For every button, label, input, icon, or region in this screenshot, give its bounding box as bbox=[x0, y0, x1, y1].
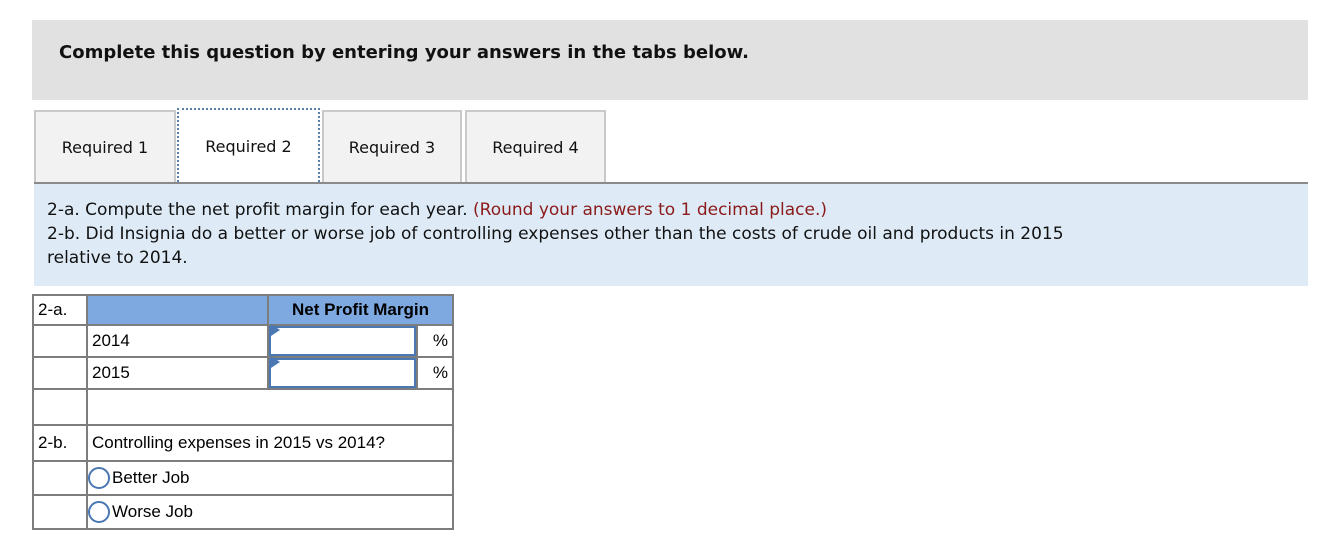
rounding-note: (Round your answers to 1 decimal place.) bbox=[473, 200, 828, 220]
table-row: 2015 % bbox=[32, 356, 454, 390]
tab-required-4[interactable]: Required 4 bbox=[465, 110, 606, 182]
option-better-job[interactable]: Better Job bbox=[88, 467, 452, 489]
year-label: 2015 bbox=[86, 356, 269, 390]
radio-worse-job[interactable] bbox=[88, 501, 110, 523]
tab-required-2[interactable]: Required 2 bbox=[177, 108, 320, 182]
option-label: Better Job bbox=[112, 468, 190, 487]
table-row: 2014 % bbox=[32, 324, 454, 358]
part-a-label: 2-a. bbox=[32, 294, 88, 326]
tab-required-3[interactable]: Required 3 bbox=[322, 110, 462, 182]
spacer-row bbox=[32, 388, 454, 426]
flag-icon bbox=[271, 356, 280, 368]
tab-required-1[interactable]: Required 1 bbox=[34, 110, 176, 182]
flag-icon bbox=[271, 324, 280, 336]
table-row: Better Job bbox=[32, 460, 454, 496]
instruction-2a-text: 2-a. Compute the net profit margin for e… bbox=[47, 200, 474, 220]
answer-table: 2-a. Net Profit Margin 2014 % 2015 % 2-b… bbox=[32, 294, 454, 530]
percent-unit: % bbox=[416, 356, 454, 390]
option-label: Worse Job bbox=[112, 502, 193, 521]
part-b-question-row: 2-b. Controlling expenses in 2015 vs 201… bbox=[32, 424, 454, 462]
table-header-row: 2-a. Net Profit Margin bbox=[32, 294, 454, 326]
instruction-2b-cont: relative to 2014. bbox=[47, 248, 188, 268]
radio-better-job[interactable] bbox=[88, 467, 110, 489]
table-row: Worse Job bbox=[32, 494, 454, 530]
option-worse-job[interactable]: Worse Job bbox=[88, 501, 452, 523]
header-blank bbox=[86, 294, 269, 326]
net-profit-margin-2015-input[interactable] bbox=[271, 360, 414, 386]
part-b-question: Controlling expenses in 2015 vs 2014? bbox=[86, 424, 454, 462]
instruction-banner: Complete this question by entering your … bbox=[32, 20, 1308, 100]
banner-text: Complete this question by entering your … bbox=[59, 42, 749, 63]
instruction-2a: 2-a. Compute the net profit margin for e… bbox=[47, 200, 827, 220]
part-b-label: 2-b. bbox=[32, 424, 88, 462]
net-profit-margin-header: Net Profit Margin bbox=[267, 294, 454, 326]
instruction-2b: 2-b. Did Insignia do a better or worse j… bbox=[47, 224, 1064, 244]
percent-unit: % bbox=[416, 324, 454, 358]
year-label: 2014 bbox=[86, 324, 269, 358]
net-profit-margin-2014-input[interactable] bbox=[271, 328, 414, 354]
instructions-panel: 2-a. Compute the net profit margin for e… bbox=[34, 184, 1308, 286]
